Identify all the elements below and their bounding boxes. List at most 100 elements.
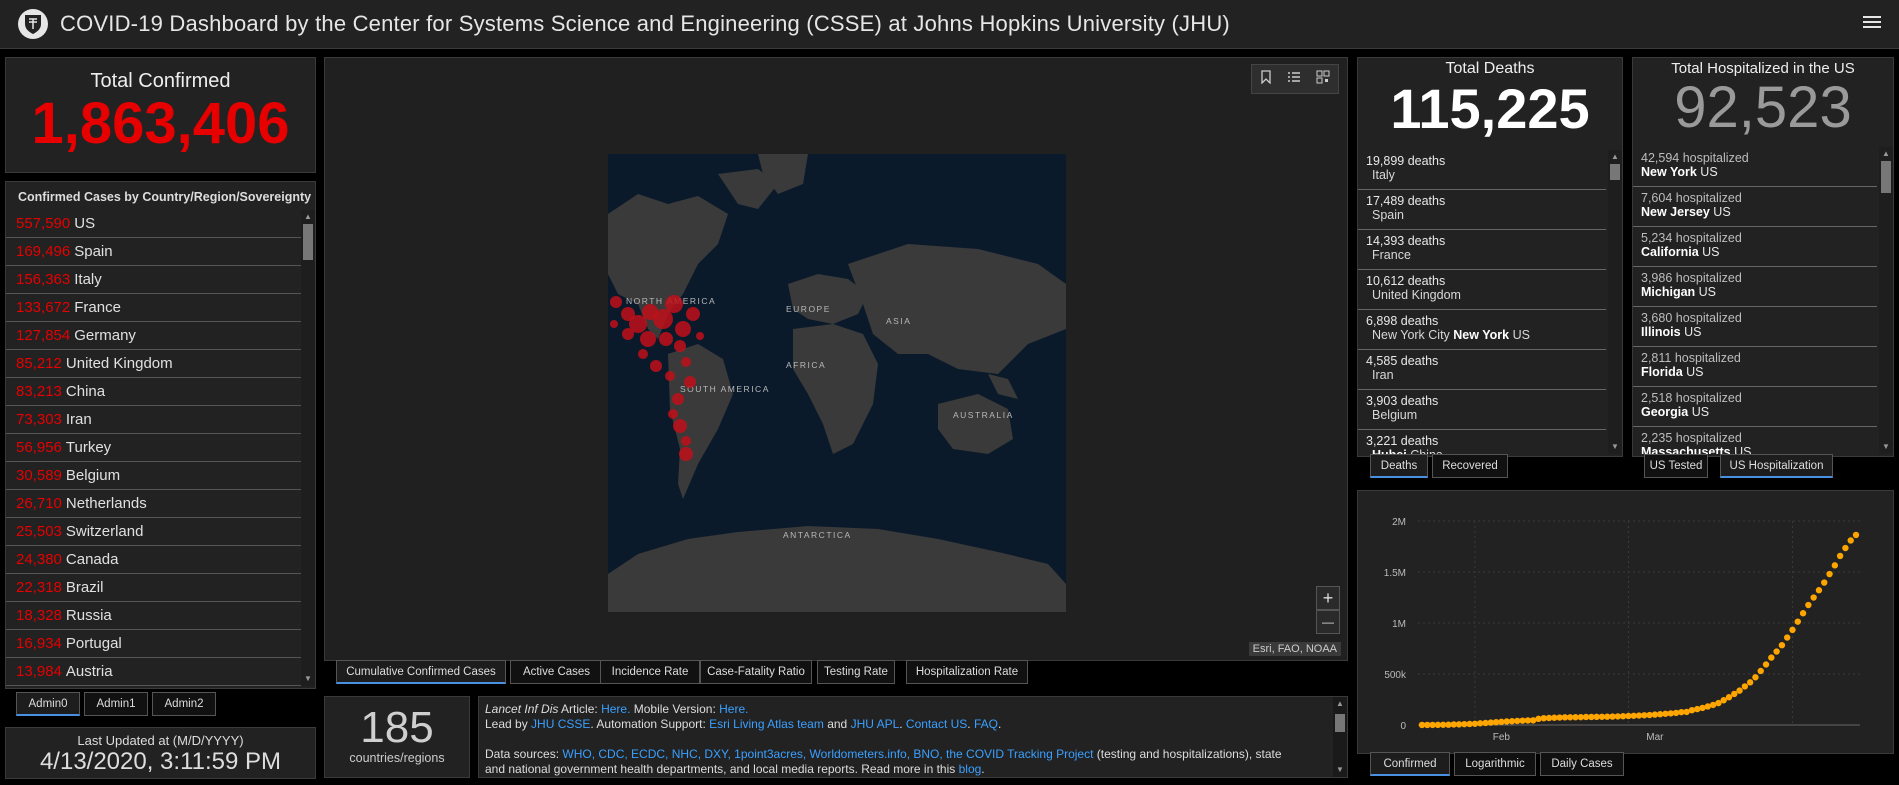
chart-point[interactable] (1746, 679, 1754, 686)
tab-admin-tabs-0[interactable]: Admin0 (16, 692, 80, 716)
hospitalized-list-item[interactable]: 7,604 hospitalized New Jersey US (1633, 187, 1877, 227)
chart-point[interactable] (1826, 570, 1833, 578)
country-list-item[interactable]: 16,934 Portugal (6, 630, 302, 658)
country-list[interactable]: 557,590 US 169,496 Spain 156,363 Italy 133,672… (6, 210, 302, 686)
chart-point[interactable] (1688, 706, 1696, 714)
scroll-up-icon[interactable]: ▲ (303, 212, 313, 222)
bookmark-icon[interactable] (1260, 69, 1272, 89)
hospitalized-list-item[interactable]: 3,986 hospitalized Michigan US (1633, 267, 1877, 307)
tab-hosp-tabs-1[interactable]: US Hospitalization (1720, 454, 1833, 478)
deaths-list-item[interactable]: 17,489 deaths Spain (1358, 190, 1606, 230)
qr-code-icon[interactable] (1316, 70, 1330, 89)
deaths-list-item[interactable]: 3,903 deaths Belgium (1358, 390, 1606, 430)
hospitalized-list-item[interactable]: 2,235 hospitalized Massachusetts US (1633, 427, 1877, 454)
world-map[interactable]: NORTH AMERICA SOUTH AMERICA EUROPE ASIA … (608, 154, 1066, 612)
scroll-up-icon[interactable]: ▲ (1335, 699, 1345, 709)
country-list-item[interactable]: 557,590 US (6, 210, 302, 238)
country-list-item[interactable]: 22,318 Brazil (6, 574, 302, 602)
contact-link[interactable]: Contact US (906, 717, 967, 731)
map-panel[interactable]: NORTH AMERICA SOUTH AMERICA EUROPE ASIA … (324, 57, 1348, 661)
scroll-up-icon[interactable]: ▲ (1610, 152, 1620, 162)
country-list-item[interactable]: 24,380 Canada (6, 546, 302, 574)
country-list-item[interactable]: 73,303 Iran (6, 406, 302, 434)
chart-point[interactable] (1842, 544, 1849, 552)
chart-point[interactable] (1757, 667, 1764, 675)
scroll-down-icon[interactable]: ▼ (1335, 765, 1345, 775)
article-link[interactable]: Here. (601, 702, 630, 716)
scroll-thumb[interactable] (1335, 714, 1345, 732)
deaths-list-item[interactable]: 4,585 deaths Iran (1358, 350, 1606, 390)
scroll-down-icon[interactable]: ▼ (1881, 442, 1891, 452)
hamburger-menu-icon[interactable] (1863, 13, 1881, 31)
country-list-item[interactable]: 85,212 United Kingdom (6, 350, 302, 378)
tab-map-tabs-0[interactable]: Cumulative Confirmed Cases (336, 660, 506, 684)
country-list-item[interactable]: 156,363 Italy (6, 266, 302, 294)
hospitalized-list[interactable]: 42,594 hospitalized New York US 7,604 hosp… (1633, 147, 1877, 454)
chart-point[interactable] (1831, 562, 1839, 569)
scroll-thumb[interactable] (1881, 161, 1891, 193)
country-list-item[interactable]: 13,984 Austria (6, 658, 302, 686)
chart-point[interactable] (1762, 661, 1770, 668)
hospitalized-list-item[interactable]: 3,680 hospitalized Illinois US (1633, 307, 1877, 347)
deaths-list-item[interactable]: 6,898 deaths New York City New York US (1358, 310, 1606, 350)
deaths-list[interactable]: 19,899 deaths Italy 17,489 deaths Spain 14,3… (1358, 150, 1606, 454)
tab-map-tabs-3[interactable]: Case-Fatality Ratio (700, 660, 812, 684)
deaths-list-item[interactable]: 14,393 deaths France (1358, 230, 1606, 270)
country-list-item[interactable]: 18,328 Russia (6, 602, 302, 630)
info-scrollbar[interactable]: ▲ ▼ (1333, 697, 1347, 777)
legend-list-icon[interactable] (1287, 70, 1301, 89)
chart-point[interactable] (1847, 537, 1854, 544)
blog-link[interactable]: blog (959, 762, 982, 776)
chart-point[interactable] (1773, 648, 1780, 655)
deaths-list-item[interactable]: 10,612 deaths United Kingdom (1358, 270, 1606, 310)
country-list-item[interactable]: 56,956 Turkey (6, 434, 302, 462)
chart-point[interactable] (1736, 687, 1743, 694)
tab-deaths-tabs-1[interactable]: Recovered (1432, 454, 1508, 478)
hospitalized-list-item[interactable]: 5,234 hospitalized California US (1633, 227, 1877, 267)
tab-admin-tabs-2[interactable]: Admin2 (152, 692, 216, 716)
chart-point[interactable] (1752, 674, 1759, 681)
jhu-apl-link[interactable]: JHU APL (851, 717, 900, 731)
chart-point[interactable] (1852, 531, 1860, 539)
scroll-up-icon[interactable]: ▲ (1881, 149, 1891, 159)
scroll-down-icon[interactable]: ▼ (1610, 442, 1620, 452)
tab-map-tabs-5[interactable]: Hospitalization Rate (906, 660, 1028, 684)
confirmed-cases-chart[interactable]: 0 500k 1M 1.5M 2M Feb Mar (1358, 491, 1893, 753)
chart-point[interactable] (1725, 694, 1733, 701)
chart-point[interactable] (1794, 618, 1801, 625)
tab-hosp-tabs-0[interactable]: US Tested (1644, 454, 1708, 478)
country-list-item[interactable]: 169,496 Spain (6, 238, 302, 266)
chart-point[interactable] (1789, 626, 1796, 634)
hospitalized-scrollbar[interactable]: ▲ ▼ (1879, 147, 1893, 454)
scroll-thumb[interactable] (1610, 164, 1620, 180)
chart-point[interactable] (1805, 601, 1812, 609)
esri-link[interactable]: Esri Living Atlas team (709, 717, 824, 731)
zoom-out-button[interactable]: — (1316, 610, 1340, 634)
hospitalized-list-item[interactable]: 2,518 hospitalized Georgia US (1633, 387, 1877, 427)
tab-chart-tabs-2[interactable]: Daily Cases (1540, 752, 1624, 776)
mobile-version-link[interactable]: Here. (719, 702, 748, 716)
tab-chart-tabs-0[interactable]: Confirmed (1370, 752, 1450, 776)
deaths-scrollbar[interactable]: ▲ ▼ (1608, 150, 1622, 454)
chart-point[interactable] (1778, 641, 1786, 649)
country-list-item[interactable]: 127,854 Germany (6, 322, 302, 350)
chart-point[interactable] (1694, 705, 1701, 713)
scroll-down-icon[interactable]: ▼ (303, 674, 313, 684)
chart-point[interactable] (1810, 594, 1817, 601)
tab-map-tabs-1[interactable]: Active Cases (510, 660, 603, 684)
tab-map-tabs-2[interactable]: Incidence Rate (600, 660, 700, 684)
hospitalized-list-item[interactable]: 2,811 hospitalized Florida US (1633, 347, 1877, 387)
tab-deaths-tabs-0[interactable]: Deaths (1370, 454, 1428, 478)
chart-point[interactable] (1836, 552, 1844, 560)
country-list-item[interactable]: 30,589 Belgium (6, 462, 302, 490)
chart-point[interactable] (1783, 634, 1791, 641)
tab-admin-tabs-1[interactable]: Admin1 (84, 692, 148, 716)
hospitalized-list-item[interactable]: 42,594 hospitalized New York US (1633, 147, 1877, 187)
faq-link[interactable]: FAQ (974, 717, 998, 731)
zoom-in-button[interactable]: + (1316, 586, 1340, 610)
tab-chart-tabs-1[interactable]: Logarithmic (1454, 752, 1536, 776)
data-sources-links[interactable]: WHO, CDC, ECDC, NHC, DXY, 1point3acres, … (562, 747, 1093, 761)
country-list-item[interactable]: 133,672 France (6, 294, 302, 322)
chart-point[interactable] (1821, 579, 1828, 586)
deaths-list-item[interactable]: 19,899 deaths Italy (1358, 150, 1606, 190)
